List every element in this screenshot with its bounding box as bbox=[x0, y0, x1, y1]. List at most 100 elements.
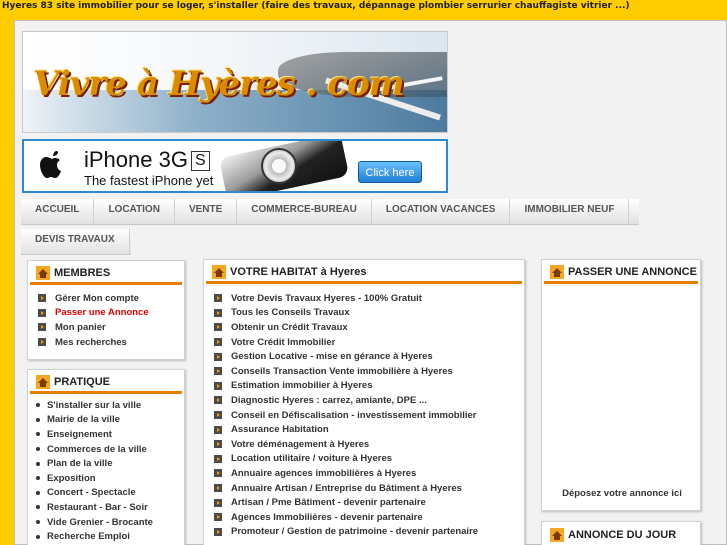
bullet-icon bbox=[36, 403, 40, 408]
pratique-list: S'installer sur la ville Mairie de la vi… bbox=[28, 394, 184, 544]
habitat-item[interactable]: Tous les Conseils Travaux bbox=[214, 306, 524, 321]
pratique-item[interactable]: Vide Grenier - Brocante bbox=[36, 515, 184, 530]
nav-row-2: DEVIS TRAVAUX bbox=[21, 229, 131, 255]
pratique-item[interactable]: Plan de la ville bbox=[36, 456, 184, 471]
membres-list: Gérer Mon compte Passer une Annonce Mon … bbox=[28, 285, 184, 349]
habitat-item[interactable]: Annuaire agences immobilières à Hyeres bbox=[214, 466, 524, 481]
arrow-icon bbox=[214, 396, 222, 405]
nav-location-vacances[interactable]: LOCATION VACANCES bbox=[372, 199, 511, 224]
deposez-annonce-link[interactable]: Déposez votre annonce ici bbox=[542, 488, 702, 499]
habitat-item[interactable]: Estimation immobilier à Hyeres bbox=[214, 379, 524, 394]
membres-item-passer-annonce[interactable]: Passer une Annonce bbox=[38, 306, 184, 321]
arrow-icon bbox=[38, 294, 46, 303]
membres-header: MEMBRES bbox=[30, 263, 182, 285]
habitat-list: Votre Devis Travaux Hyeres - 100% Gratui… bbox=[204, 284, 524, 539]
nav-row-1: ACCUEIL LOCATION VENTE COMMERCE-BUREAU L… bbox=[21, 199, 639, 225]
pratique-item[interactable]: Recherche Emploi bbox=[36, 529, 184, 544]
arrow-icon bbox=[214, 527, 222, 536]
membres-title: MEMBRES bbox=[54, 266, 111, 279]
membres-box: MEMBRES Gérer Mon compte Passer une Anno… bbox=[27, 260, 185, 360]
membres-item-recherches[interactable]: Mes recherches bbox=[38, 335, 184, 350]
nav-commerce-bureau[interactable]: COMMERCE-BUREAU bbox=[237, 199, 372, 224]
pratique-item[interactable]: Concert - Spectacle bbox=[36, 486, 184, 501]
arrow-icon bbox=[214, 425, 222, 434]
annonce-du-jour-header: ANNONCE DU JOUR bbox=[544, 524, 698, 545]
habitat-item[interactable]: Annuaire Artisan / Entreprise du Bâtimen… bbox=[214, 481, 524, 496]
pratique-item[interactable]: Exposition bbox=[36, 471, 184, 486]
pratique-item[interactable]: Mairie de la ville bbox=[36, 413, 184, 428]
apple-logo-icon bbox=[40, 151, 61, 178]
top-tagline: Hyeres 83 site immobilier pour se loger,… bbox=[2, 1, 630, 11]
arrow-icon bbox=[214, 352, 222, 361]
arrow-icon bbox=[214, 454, 222, 463]
arrow-icon bbox=[214, 381, 222, 390]
arrow-icon bbox=[214, 484, 222, 493]
site-logo[interactable]: Vivre à Hyères . com bbox=[33, 64, 405, 104]
habitat-item[interactable]: Promoteur / Gestion de patrimoine - deve… bbox=[214, 525, 524, 540]
habitat-item[interactable]: Location utilitaire / voiture à Hyeres bbox=[214, 452, 524, 467]
main-navigation: ACCUEIL LOCATION VENTE COMMERCE-BUREAU L… bbox=[21, 199, 639, 255]
arrow-icon bbox=[214, 294, 222, 303]
annonce-du-jour-title: ANNONCE DU JOUR bbox=[568, 529, 677, 541]
bullet-icon bbox=[36, 476, 40, 481]
nav-location[interactable]: LOCATION bbox=[94, 199, 175, 224]
habitat-item[interactable]: Assurance Habitation bbox=[214, 422, 524, 437]
bullet-icon bbox=[36, 505, 40, 510]
ad-headline-text: iPhone 3G bbox=[84, 147, 188, 172]
page-container: Vivre à Hyères . com iPhone 3G S The fast… bbox=[14, 20, 727, 545]
site-banner[interactable]: Vivre à Hyères . com bbox=[22, 31, 448, 133]
pratique-item[interactable]: Commerces de la ville bbox=[36, 442, 184, 457]
passer-annonce-box: PASSER UNE ANNONCE Déposez votre annonce… bbox=[541, 259, 701, 511]
passer-annonce-title: PASSER UNE ANNONCE bbox=[568, 265, 697, 278]
iphone-ad-banner[interactable]: iPhone 3G S The fastest iPhone yet Click … bbox=[22, 139, 448, 193]
habitat-item[interactable]: Votre déménagement à Hyeres bbox=[214, 437, 524, 452]
arrow-icon bbox=[214, 411, 222, 420]
bullet-icon bbox=[36, 534, 40, 539]
bullet-icon bbox=[36, 490, 40, 495]
arrow-icon bbox=[214, 469, 222, 478]
habitat-item[interactable]: Artisan / Pme Bâtiment - devenir partena… bbox=[214, 495, 524, 510]
habitat-item[interactable]: Votre Crédit Immobilier bbox=[214, 335, 524, 350]
pratique-item[interactable]: S'installer sur la ville bbox=[36, 398, 184, 413]
habitat-item[interactable]: Agences Immobilières - devenir partenair… bbox=[214, 510, 524, 525]
ad-click-button[interactable]: Click here bbox=[358, 161, 422, 183]
bullet-icon bbox=[36, 520, 40, 525]
arrow-icon bbox=[214, 367, 222, 376]
pratique-item[interactable]: Enseignement bbox=[36, 427, 184, 442]
arrow-icon bbox=[38, 308, 46, 317]
arrow-icon bbox=[214, 338, 222, 347]
arrow-icon bbox=[38, 338, 46, 347]
pratique-box: PRATIQUE S'installer sur la ville Mairie… bbox=[27, 369, 185, 545]
nav-vente[interactable]: VENTE bbox=[175, 199, 238, 224]
ad-headline: iPhone 3G S bbox=[84, 147, 210, 173]
nav-devis-travaux[interactable]: DEVIS TRAVAUX bbox=[21, 229, 130, 254]
nav-immobilier-neuf[interactable]: IMMOBILIER NEUF bbox=[510, 199, 630, 224]
habitat-item[interactable]: Conseils Transaction Vente immobilière à… bbox=[214, 364, 524, 379]
arrow-icon bbox=[214, 308, 222, 317]
membres-item-compte[interactable]: Gérer Mon compte bbox=[38, 291, 184, 306]
pratique-item[interactable]: Restaurant - Bar - Soir bbox=[36, 500, 184, 515]
habitat-item[interactable]: Obtenir un Crédit Travaux bbox=[214, 320, 524, 335]
ad-badge: S bbox=[190, 151, 210, 171]
habitat-box: VOTRE HABITAT à Hyeres Votre Devis Trava… bbox=[203, 259, 525, 545]
habitat-item[interactable]: Diagnostic Hyeres : carrez, amiante, DPE… bbox=[214, 393, 524, 408]
house-icon bbox=[550, 528, 564, 542]
bullet-icon bbox=[36, 447, 40, 452]
ad-subtitle: The fastest iPhone yet bbox=[84, 173, 214, 188]
annonce-du-jour-box: ANNONCE DU JOUR bbox=[541, 521, 701, 545]
pratique-title: PRATIQUE bbox=[54, 375, 111, 388]
bullet-icon bbox=[36, 417, 40, 422]
house-icon bbox=[212, 264, 226, 279]
habitat-header: VOTRE HABITAT à Hyeres bbox=[206, 262, 522, 284]
habitat-item[interactable]: Conseil en Défiscalisation - investissem… bbox=[214, 408, 524, 423]
habitat-title: VOTRE HABITAT à Hyeres bbox=[230, 265, 367, 278]
habitat-item[interactable]: Votre Devis Travaux Hyeres - 100% Gratui… bbox=[214, 291, 524, 306]
arrow-icon bbox=[214, 323, 222, 332]
arrow-icon bbox=[38, 323, 46, 332]
arrow-icon bbox=[214, 498, 222, 507]
bullet-icon bbox=[36, 461, 40, 466]
habitat-item[interactable]: Gestion Locative - mise en gérance à Hye… bbox=[214, 349, 524, 364]
membres-item-panier[interactable]: Mon panier bbox=[38, 320, 184, 335]
pratique-header: PRATIQUE bbox=[30, 372, 182, 394]
nav-accueil[interactable]: ACCUEIL bbox=[21, 199, 95, 224]
